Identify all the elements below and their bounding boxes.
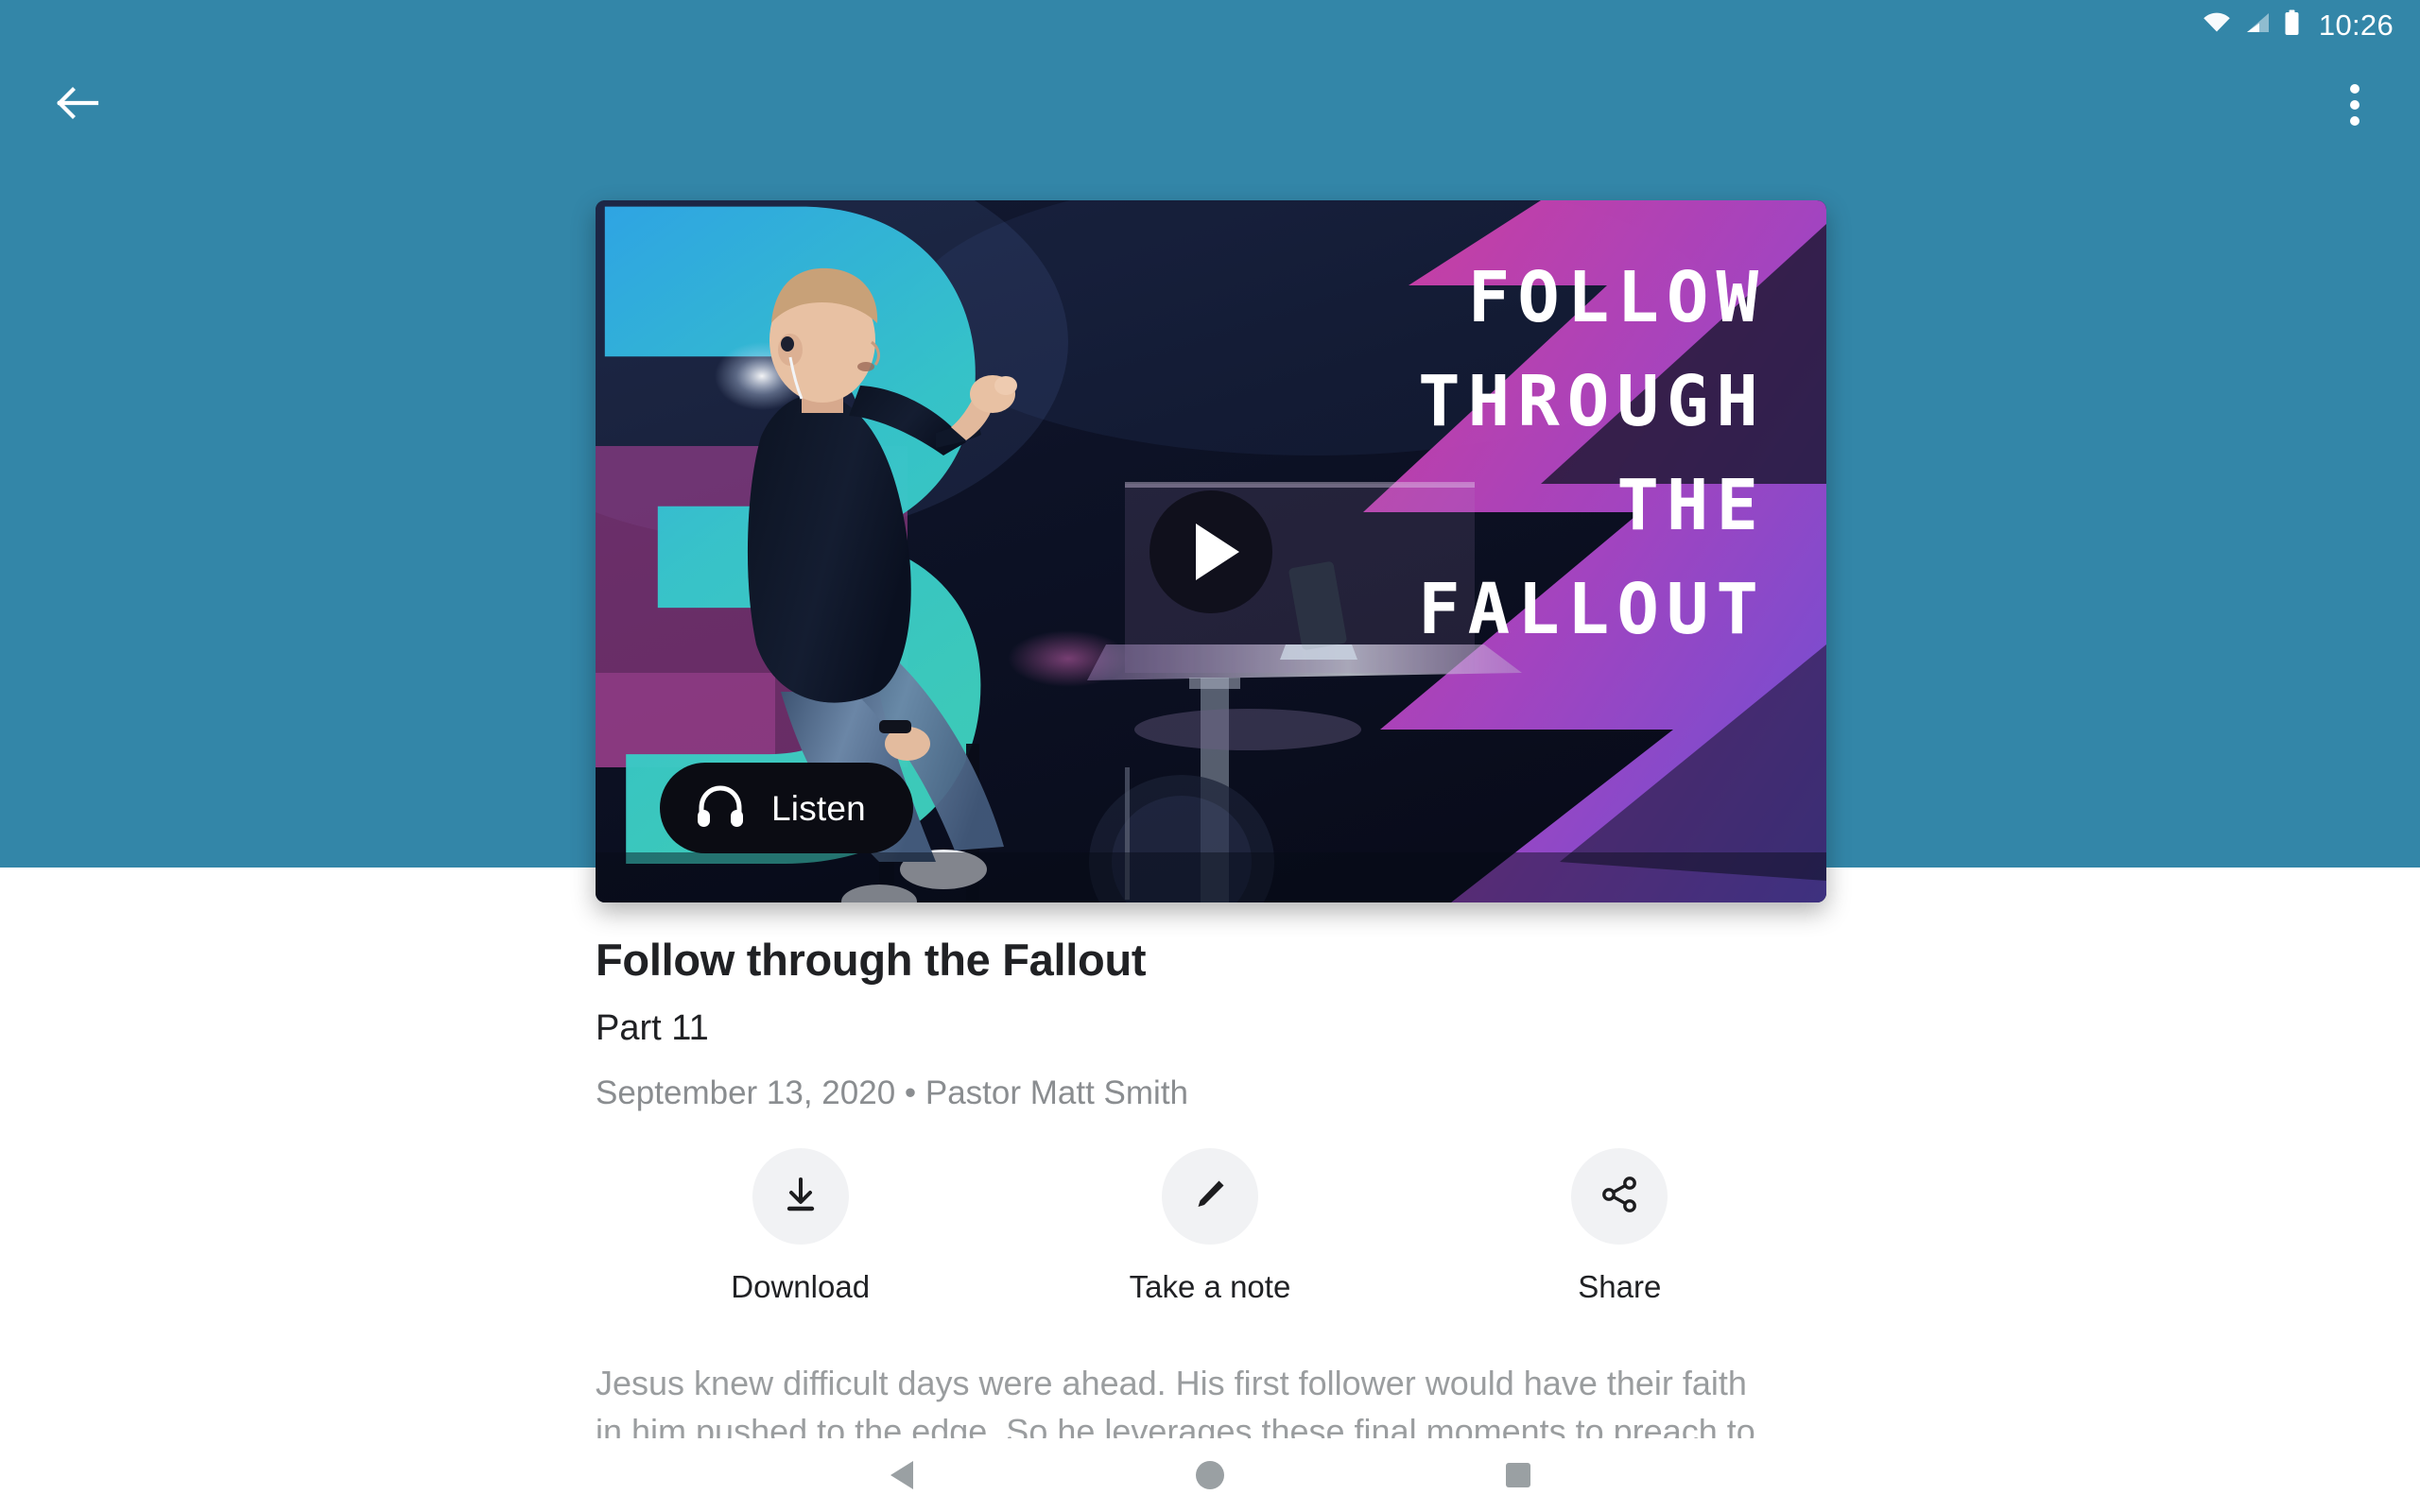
pencil-icon — [1189, 1174, 1231, 1220]
status-bar: 10:26 — [0, 0, 2420, 49]
video-thumbnail-card[interactable]: FOLLOW THROUGH THE FALLOUT Listen — [596, 200, 1826, 902]
sermon-meta: September 13, 2020 • Pastor Matt Smith — [596, 1074, 1189, 1112]
svg-text:FALLOUT: FALLOUT — [1418, 569, 1766, 650]
play-button[interactable] — [1150, 490, 1272, 613]
sermon-detail-screen: 10:26 FOLLOW THROUGH THE FALLOUT Listen … — [0, 0, 2420, 1512]
download-icon — [780, 1174, 821, 1220]
cell-signal-icon — [2244, 11, 2271, 39]
take-a-note-label: Take a note — [1129, 1269, 1291, 1304]
android-nav-bar — [0, 1438, 2420, 1512]
download-button[interactable]: Download — [596, 1148, 1005, 1302]
play-icon — [1195, 523, 1239, 580]
overflow-menu-button[interactable] — [2314, 64, 2395, 146]
nav-recents-button[interactable] — [1478, 1438, 1559, 1512]
nav-back-icon — [890, 1461, 913, 1489]
nav-recents-icon — [1506, 1463, 1530, 1487]
share-button-circle — [1571, 1148, 1668, 1245]
battery-icon — [2284, 9, 2300, 41]
sermon-part-label: Part 11 — [596, 1007, 709, 1048]
overflow-menu-icon — [2350, 116, 2360, 126]
page-title: Follow through the Fallout — [596, 935, 1147, 985]
nav-home-button[interactable] — [1169, 1438, 1251, 1512]
status-clock: 10:26 — [2318, 8, 2394, 42]
svg-text:THE: THE — [1616, 465, 1766, 546]
share-icon — [1599, 1174, 1640, 1220]
headphones-icon — [696, 784, 745, 833]
overflow-menu-icon — [2350, 100, 2360, 110]
svg-text:THROUGH: THROUGH — [1418, 361, 1766, 442]
take-a-note-button[interactable]: Take a note — [1005, 1148, 1414, 1302]
download-button-circle — [752, 1148, 849, 1245]
sermon-details: Follow through the Fallout Part 11 Septe… — [596, 935, 2297, 1113]
listen-label: Listen — [771, 788, 866, 828]
take-a-note-button-circle — [1161, 1148, 1258, 1245]
overflow-menu-icon — [2350, 84, 2360, 94]
back-button[interactable] — [36, 64, 117, 146]
nav-home-icon — [1196, 1461, 1224, 1489]
back-arrow-icon — [54, 84, 99, 127]
nav-back-button[interactable] — [861, 1438, 942, 1512]
svg-text:FOLLOW: FOLLOW — [1468, 257, 1766, 338]
share-button[interactable]: Share — [1415, 1148, 1824, 1302]
app-bar — [0, 49, 2420, 163]
action-row: Download Take a note Share — [596, 1148, 1824, 1302]
download-label: Download — [731, 1269, 871, 1304]
share-label: Share — [1578, 1269, 1662, 1304]
listen-button[interactable]: Listen — [660, 763, 913, 853]
wifi-icon — [2203, 11, 2231, 39]
